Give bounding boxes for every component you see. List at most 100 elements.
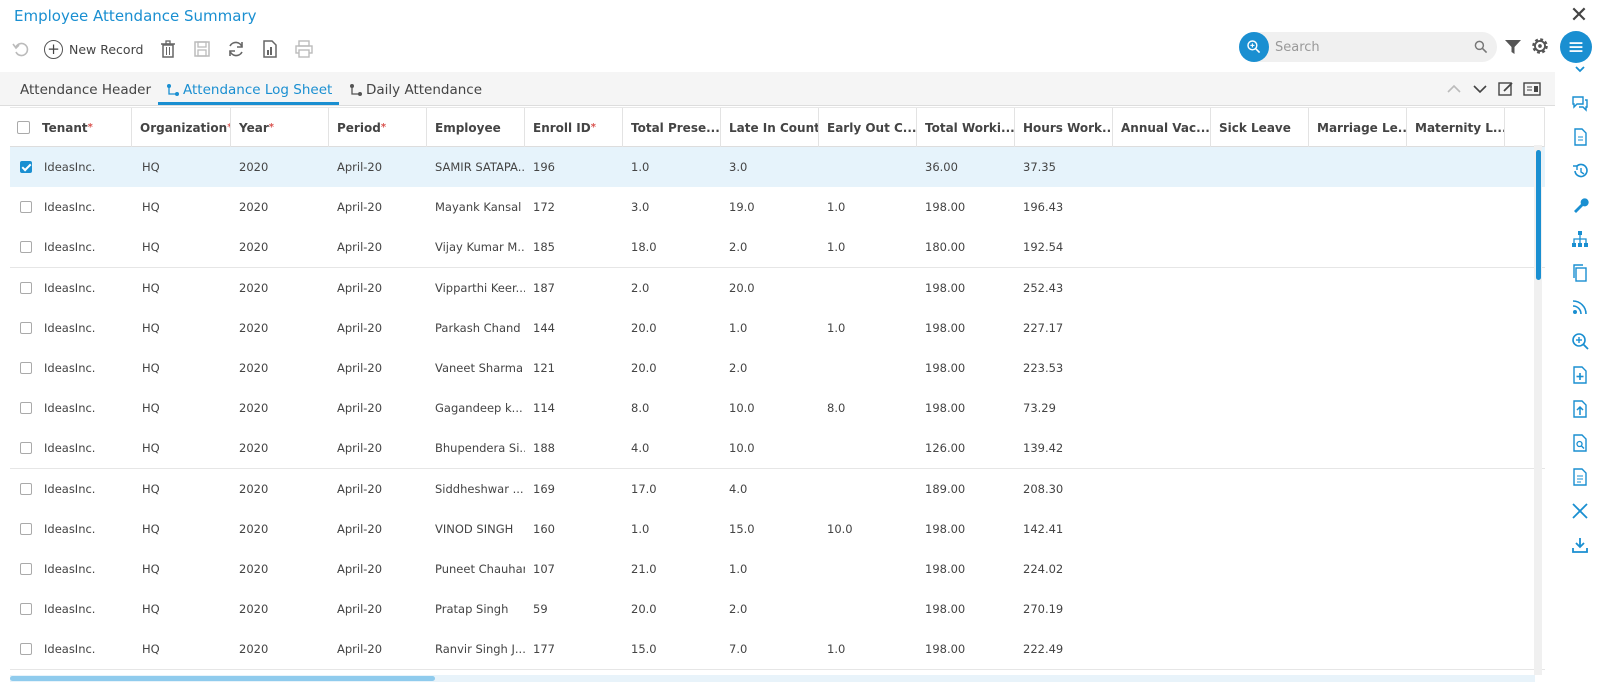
table-cell[interactable]: 198.00	[917, 388, 1015, 428]
table-cell[interactable]: 10.0	[721, 428, 819, 468]
table-cell[interactable]: 180.00	[917, 227, 1015, 267]
column-header[interactable]: Tenant*	[34, 108, 132, 148]
table-cell[interactable]: SAMIR SATAPA...	[427, 147, 525, 187]
table-cell[interactable]: IdeasInc.	[36, 308, 134, 348]
table-cell[interactable]: 73.29	[1015, 388, 1113, 428]
close-icon[interactable]	[1571, 502, 1589, 520]
table-cell[interactable]: April-20	[329, 308, 427, 348]
table-cell[interactable]: 2020	[231, 147, 329, 187]
table-cell[interactable]	[1211, 428, 1309, 468]
table-cell[interactable]	[1407, 268, 1505, 308]
table-cell[interactable]	[1407, 509, 1505, 549]
column-header[interactable]: Total Worki...	[917, 108, 1015, 148]
table-cell[interactable]: 20.0	[623, 589, 721, 629]
close-window-button[interactable]: ✕	[1568, 5, 1590, 28]
table-cell[interactable]	[1407, 308, 1505, 348]
table-cell[interactable]: 2.0	[721, 227, 819, 267]
table-cell[interactable]	[1211, 589, 1309, 629]
table-row[interactable]: IdeasInc. HQ 2020 April-20 Bhupendera Si... 1…	[10, 428, 1545, 470]
table-cell[interactable]: IdeasInc.	[36, 589, 134, 629]
table-cell[interactable]: 17.0	[623, 469, 721, 509]
table-cell[interactable]	[1407, 388, 1505, 428]
table-cell[interactable]: 252.43	[1015, 268, 1113, 308]
table-cell[interactable]: Vipparthi Keer...	[427, 268, 525, 308]
table-cell[interactable]: April-20	[329, 509, 427, 549]
table-row[interactable]: IdeasInc. HQ 2020 April-20 SAMIR SATAPA... 19…	[10, 147, 1545, 188]
table-cell[interactable]: 15.0	[623, 629, 721, 669]
table-cell[interactable]: 1.0	[721, 549, 819, 589]
table-cell[interactable]	[1113, 348, 1211, 388]
column-header[interactable]: Maternity L...	[1407, 108, 1505, 148]
table-cell[interactable]: 2.0	[721, 589, 819, 629]
filter-icon[interactable]	[1503, 37, 1523, 57]
table-cell[interactable]	[1113, 268, 1211, 308]
search-icon[interactable]	[1473, 39, 1489, 55]
table-cell[interactable]	[1309, 348, 1407, 388]
add-file-icon[interactable]	[1571, 366, 1589, 384]
table-cell[interactable]: Gagandeep k...	[427, 388, 525, 428]
refresh-icon[interactable]	[225, 38, 247, 60]
table-cell[interactable]: 2020	[231, 509, 329, 549]
table-cell[interactable]	[819, 428, 917, 468]
table-cell[interactable]: 107	[525, 549, 623, 589]
table-row[interactable]: IdeasInc. HQ 2020 April-20 Parkash Chand 144 2…	[10, 307, 1545, 349]
print-icon[interactable]	[293, 38, 315, 60]
table-cell[interactable]: April-20	[329, 147, 427, 187]
horizontal-scroll-thumb[interactable]	[10, 676, 435, 681]
table-cell[interactable]	[1211, 268, 1309, 308]
table-cell[interactable]: 142.41	[1015, 509, 1113, 549]
table-cell[interactable]	[1309, 629, 1407, 669]
table-cell[interactable]	[1309, 187, 1407, 227]
table-cell[interactable]: 198.00	[917, 549, 1015, 589]
row-checkbox[interactable]	[20, 643, 32, 656]
column-header[interactable]: Total Prese...	[623, 108, 721, 148]
table-cell[interactable]	[819, 589, 917, 629]
table-cell[interactable]: 2020	[231, 308, 329, 348]
chevron-up-icon[interactable]	[1445, 81, 1463, 97]
table-cell[interactable]: 20.0	[721, 268, 819, 308]
column-header[interactable]: Early Out C...	[819, 108, 917, 148]
table-cell[interactable]: 114	[525, 388, 623, 428]
table-cell[interactable]: IdeasInc.	[36, 549, 134, 589]
table-row[interactable]: IdeasInc. HQ 2020 April-20 VINOD SINGH 160 1.0…	[10, 508, 1545, 550]
table-cell[interactable]	[1113, 227, 1211, 267]
table-cell[interactable]: 270.19	[1015, 589, 1113, 629]
row-checkbox[interactable]	[20, 522, 32, 535]
tab-attendance-header[interactable]: Attendance Header	[20, 80, 151, 100]
row-checkbox[interactable]	[20, 442, 32, 455]
table-cell[interactable]	[819, 147, 917, 187]
table-cell[interactable]	[1309, 388, 1407, 428]
column-header[interactable]: Hours Work...	[1015, 108, 1113, 148]
history-icon[interactable]	[1571, 162, 1589, 180]
report-icon[interactable]	[1571, 468, 1589, 486]
table-cell[interactable]: 223.53	[1015, 348, 1113, 388]
gear-icon[interactable]	[1529, 35, 1551, 57]
zoom-in-icon[interactable]	[1571, 332, 1589, 350]
table-cell[interactable]: 139.42	[1015, 428, 1113, 468]
table-cell[interactable]: 1.0	[721, 308, 819, 348]
table-cell[interactable]: IdeasInc.	[36, 187, 134, 227]
row-checkbox[interactable]	[20, 402, 32, 415]
table-cell[interactable]: 222.49	[1015, 629, 1113, 669]
table-cell[interactable]: 2020	[231, 227, 329, 267]
table-cell[interactable]	[1211, 348, 1309, 388]
table-cell[interactable]	[1211, 629, 1309, 669]
table-cell[interactable]: 3.0	[721, 147, 819, 187]
table-cell[interactable]: 196	[525, 147, 623, 187]
table-cell[interactable]: April-20	[329, 428, 427, 468]
table-cell[interactable]: 224.02	[1015, 549, 1113, 589]
table-row[interactable]: IdeasInc. HQ 2020 April-20 Puneet Chauhan 107…	[10, 549, 1545, 590]
table-cell[interactable]	[1309, 469, 1407, 509]
table-cell[interactable]: April-20	[329, 549, 427, 589]
table-row[interactable]: IdeasInc. HQ 2020 April-20 Gagandeep k... 114…	[10, 388, 1545, 430]
table-cell[interactable]	[1407, 589, 1505, 629]
table-cell[interactable]	[1113, 469, 1211, 509]
table-cell[interactable]: 36.00	[917, 147, 1015, 187]
column-header[interactable]: Annual Vac...	[1113, 108, 1211, 148]
table-cell[interactable]: HQ	[132, 187, 231, 227]
table-cell[interactable]	[1309, 147, 1407, 187]
table-cell[interactable]	[1113, 147, 1211, 187]
table-cell[interactable]: 19.0	[721, 187, 819, 227]
table-cell[interactable]: 172	[525, 187, 623, 227]
hierarchy-icon[interactable]	[1571, 230, 1589, 248]
